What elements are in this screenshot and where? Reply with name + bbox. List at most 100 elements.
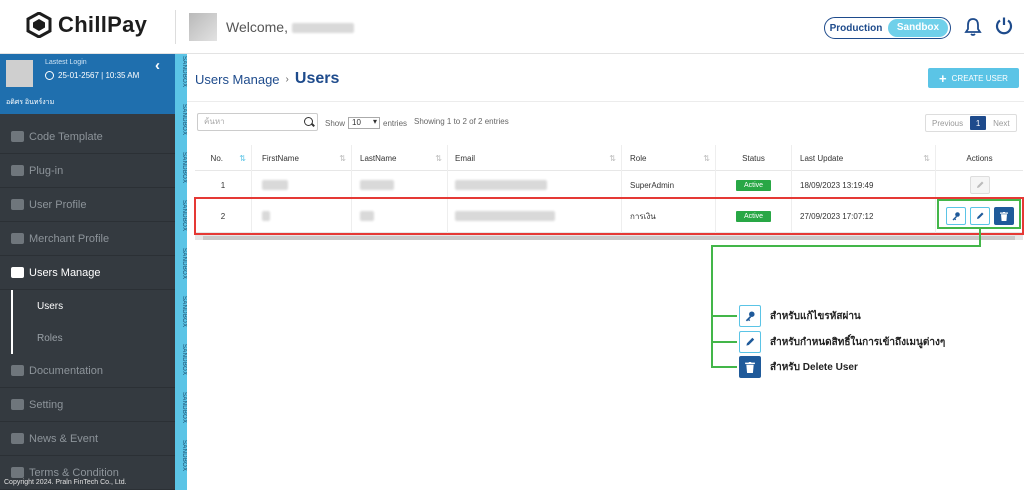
sort-asc-icon[interactable]: ⇅: [239, 154, 246, 163]
entries-select[interactable]: 10: [348, 117, 381, 129]
collapse-sidebar-icon[interactable]: ‹: [155, 57, 160, 74]
col-no[interactable]: No. ⇅: [195, 145, 251, 171]
cell-lastname: [351, 171, 447, 199]
cell-no: 1: [220, 180, 226, 190]
sidebar-user-panel: Lastest Login 25-01-2567 | 10:35 AM อดิศ…: [0, 54, 175, 114]
breadcrumb: Users Manage › Users: [195, 70, 339, 88]
legend-pencil-box: [739, 331, 761, 353]
asterisk-icon: [11, 467, 24, 478]
user-icon: [11, 199, 24, 210]
create-user-button[interactable]: + CREATE USER: [928, 68, 1019, 88]
sort-icon[interactable]: ⇅: [339, 154, 346, 163]
sidebar-item-label: Documentation: [29, 364, 103, 377]
sidebar-item-users-manage[interactable]: Users Manage: [0, 256, 175, 290]
sidebar-item-setting[interactable]: Setting: [0, 388, 175, 422]
create-user-label: CREATE USER: [951, 73, 1008, 83]
legend-delete-user: สำหรับ Delete User: [739, 356, 858, 378]
entries-length-control: Show 10 entries: [325, 117, 407, 129]
connector-line: [711, 366, 737, 368]
scrollbar-thumb[interactable]: [203, 236, 1015, 240]
col-header-label: Last Update: [800, 153, 844, 163]
top-bar: ChillPay Welcome, Production Sandbox: [0, 0, 1024, 54]
sidebar-item-documentation[interactable]: Documentation: [0, 354, 175, 388]
sandbox-label: SANDBOX: [181, 152, 187, 184]
cell-actions: [935, 171, 1023, 199]
table-info: Showing 1 to 2 of 2 entries: [414, 117, 509, 126]
clock-icon: [45, 71, 54, 80]
legend-reset-password-text: สำหรับแก้ไขรหัสผ่าน: [770, 310, 861, 322]
pager-previous[interactable]: Previous: [926, 115, 969, 131]
user-cog-icon: [11, 267, 24, 278]
col-header-label: Status: [742, 153, 765, 163]
cell-status: Active: [715, 171, 791, 199]
sidebar-item-label: Users Manage: [29, 266, 101, 279]
table-row: 1 SuperAdmin Active 18/09/2023 13:19:49: [195, 171, 1023, 199]
sort-icon[interactable]: ⇅: [703, 154, 710, 163]
trash-icon: [745, 361, 755, 373]
col-status[interactable]: Status: [715, 145, 791, 171]
sidebar-item-user-profile[interactable]: User Profile: [0, 188, 175, 222]
last-login-label: Lastest Login: [45, 59, 87, 66]
col-firstname[interactable]: FirstName ⇅: [251, 145, 351, 171]
sort-icon[interactable]: ⇅: [435, 154, 442, 163]
legend-edit-permission-text: สำหรับกำหนดสิทธิ์ในการเข้าถึงเมนูต่างๆ: [770, 336, 946, 348]
col-header-label: Role: [630, 153, 647, 163]
sidebar-subitem-users[interactable]: Users: [11, 290, 175, 322]
sidebar-item-label: News & Event: [29, 432, 99, 445]
sidebar-item-label: Merchant Profile: [29, 232, 110, 245]
search-input[interactable]: ค้นหา: [197, 113, 318, 131]
breadcrumb-separator: ›: [285, 73, 289, 85]
sidebar-item-news-event[interactable]: News & Event: [0, 422, 175, 456]
entries-label: entries: [383, 118, 408, 128]
power-icon[interactable]: [994, 16, 1014, 36]
legend-key-box: [739, 305, 761, 327]
sidebar-item-plug-in[interactable]: Plug-in: [0, 154, 175, 188]
col-email[interactable]: Email ⇅: [447, 145, 621, 171]
news-icon: [11, 433, 24, 444]
col-header-label: No.: [210, 153, 223, 163]
sidebar-item-merchant-profile[interactable]: Merchant Profile: [0, 222, 175, 256]
sandbox-strip: SANDBOX SANDBOX SANDBOX SANDBOX SANDBOX …: [175, 54, 187, 490]
sidebar-item-label: Code Template: [29, 130, 103, 143]
sandbox-label: SANDBOX: [181, 296, 187, 328]
legend-reset-password: สำหรับแก้ไขรหัสผ่าน: [739, 305, 861, 327]
avatar[interactable]: [189, 13, 217, 41]
edit-permission-button[interactable]: [969, 176, 990, 194]
last-login-text: 25-01-2567 | 10:35 AM: [58, 71, 140, 80]
sort-icon[interactable]: ⇅: [609, 154, 616, 163]
welcome-text: Welcome,: [226, 19, 354, 35]
key-icon: [745, 311, 755, 322]
col-header-label: LastName: [360, 153, 397, 163]
connector-line: [711, 245, 981, 247]
col-last-update[interactable]: Last Update ⇅: [791, 145, 935, 171]
col-header-label: Email: [455, 153, 476, 163]
logo[interactable]: ChillPay: [26, 12, 147, 38]
pager-next[interactable]: Next: [987, 115, 1015, 131]
sandbox-label: SANDBOX: [181, 440, 187, 472]
highlight-actions-box: [937, 199, 1021, 229]
breadcrumb-parent[interactable]: Users Manage: [195, 72, 280, 87]
col-lastname[interactable]: LastName ⇅: [351, 145, 447, 171]
redacted-text: [262, 180, 288, 190]
col-role[interactable]: Role ⇅: [621, 145, 715, 171]
pager-page-1[interactable]: 1: [970, 116, 987, 130]
cell-firstname: [251, 171, 351, 199]
environment-switch[interactable]: Production Sandbox: [824, 17, 951, 39]
env-production[interactable]: Production: [825, 23, 887, 34]
sidebar-subitem-roles[interactable]: Roles: [11, 322, 175, 354]
plug-icon: [11, 165, 24, 176]
bell-icon[interactable]: [964, 17, 982, 37]
table-header-row: No. ⇅ FirstName ⇅ LastName ⇅ Email ⇅ Role ⇅ S…: [195, 145, 1023, 171]
copyright: Copyright 2024. Praln FinTech Co., Ltd.: [4, 479, 127, 486]
col-actions: Actions: [935, 145, 1023, 171]
plus-icon: +: [939, 70, 947, 86]
cell-role: SuperAdmin: [621, 171, 715, 199]
sort-icon[interactable]: ⇅: [923, 154, 930, 163]
env-sandbox[interactable]: Sandbox: [888, 19, 948, 37]
sidebar-item-code-template[interactable]: Code Template: [0, 120, 175, 154]
last-login-value: 25-01-2567 | 10:35 AM: [45, 71, 139, 80]
folder-icon: [11, 365, 24, 376]
page-title: Users: [294, 70, 340, 87]
search-icon[interactable]: [304, 117, 313, 126]
legend-edit-permission: สำหรับกำหนดสิทธิ์ในการเข้าถึงเมนูต่างๆ: [739, 331, 945, 353]
